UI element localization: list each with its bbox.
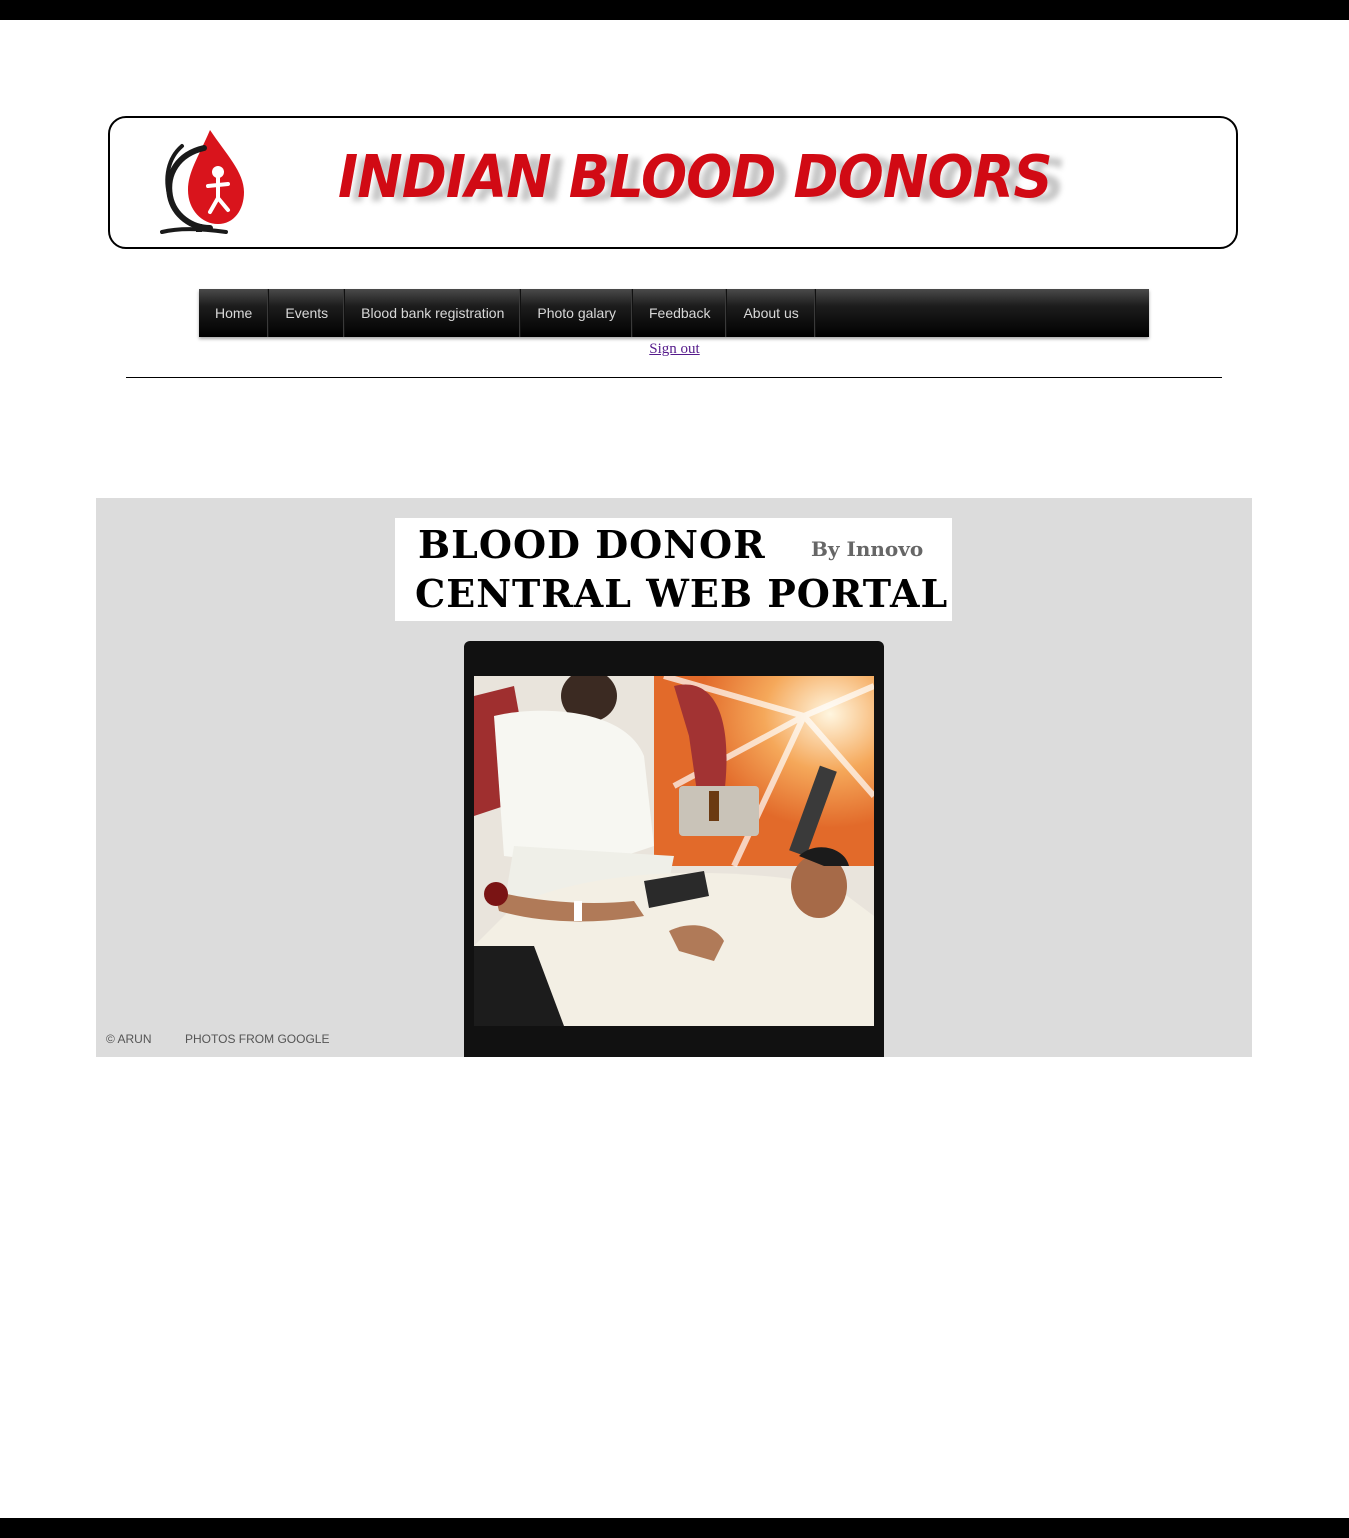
portal-title-line1: BLOOD DONOR — [418, 522, 766, 567]
bottom-bar — [0, 1518, 1349, 1538]
nav-item-events[interactable]: Events — [269, 289, 346, 337]
header-banner: INDIAN BLOOD DONORS INDIAN BLOOD DONORS — [108, 116, 1238, 249]
site-title: INDIAN BLOOD DONORS INDIAN BLOOD DONORS — [338, 142, 1065, 215]
nav-item-feedback[interactable]: Feedback — [633, 289, 728, 337]
blood-donation-photo — [474, 676, 874, 1026]
nav-item-home[interactable]: Home — [199, 289, 270, 337]
nav-item-about-us[interactable]: About us — [727, 289, 816, 337]
copyright-text: © ARUN — [106, 1032, 152, 1046]
divider — [126, 377, 1222, 378]
blood-drop-globe-icon — [160, 130, 244, 234]
nav-item-photo-gallery[interactable]: Photo galary — [521, 289, 633, 337]
photo-credit-text: PHOTOS FROM GOOGLE — [185, 1032, 330, 1046]
portal-byline: By Innovo — [811, 537, 924, 561]
top-bar — [0, 0, 1349, 20]
nav-item-blood-bank-registration[interactable]: Blood bank registration — [345, 289, 522, 337]
signout-link[interactable]: Sign out — [649, 341, 699, 357]
main-nav: Home Events Blood bank registration Phot… — [199, 289, 1149, 337]
portal-title-line2: CENTRAL WEB PORTAL — [415, 571, 949, 616]
slideshow-frame — [464, 641, 884, 1057]
main-content: BLOOD DONOR By Innovo CENTRAL WEB PORTAL — [96, 498, 1252, 1057]
signout-row: Sign out — [0, 341, 1349, 358]
portal-heading: BLOOD DONOR By Innovo CENTRAL WEB PORTAL — [395, 518, 952, 621]
